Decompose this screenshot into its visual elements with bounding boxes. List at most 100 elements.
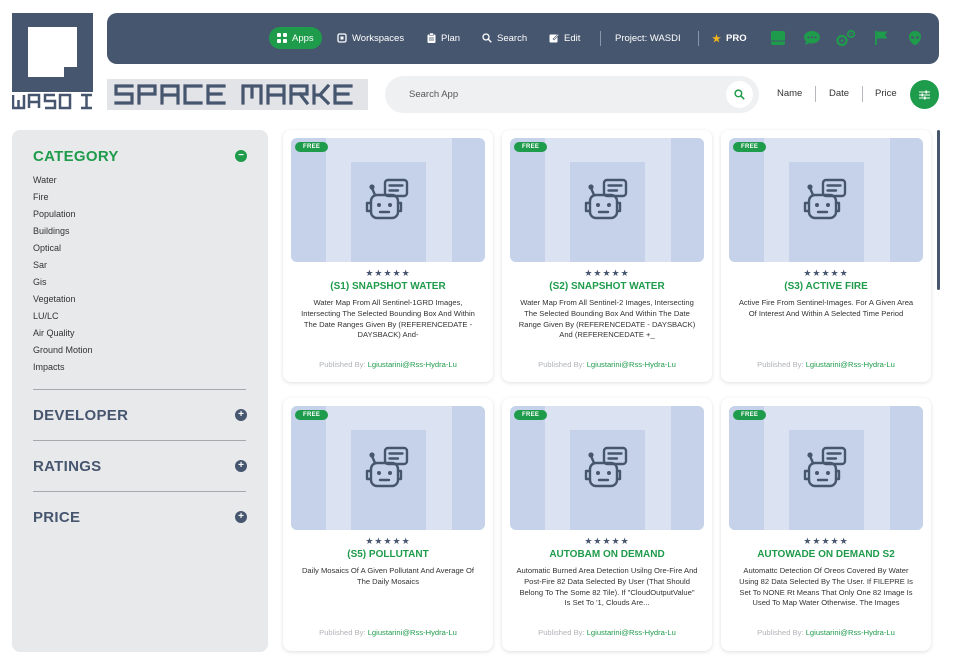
- filter-sliders-icon: [919, 90, 930, 99]
- table-icon-button[interactable]: [768, 28, 788, 48]
- nav-edit-label: Edit: [564, 32, 581, 44]
- publisher-link[interactable]: Lgiustarini@Rss-Hydra-Lu: [368, 360, 457, 369]
- nav-plan-label: Plan: [441, 32, 461, 44]
- published-by-label: Published By:: [319, 360, 366, 369]
- rating-stars: ★★★★★: [365, 268, 411, 278]
- ratings-title[interactable]: RATINGS: [33, 458, 102, 475]
- vertical-scrollbar[interactable]: [937, 130, 940, 290]
- sort-by-price[interactable]: Price: [875, 88, 897, 99]
- app-card-image: FREE: [510, 138, 704, 262]
- app-card-title[interactable]: AUTOBAM ON DEMAND: [502, 549, 712, 560]
- price-expand-icon[interactable]: +: [235, 511, 247, 523]
- published-by-label: Published By:: [757, 360, 804, 369]
- app-card[interactable]: FREE ★★★★★ AUTOWADE ON DEMAND S2 Automat…: [721, 398, 931, 651]
- space-market-title-graphic: [114, 84, 353, 105]
- nav-search-button[interactable]: Search: [482, 27, 527, 49]
- category-item[interactable]: Population: [33, 208, 93, 225]
- category-item[interactable]: Air Quality: [33, 327, 93, 344]
- nav-plan-button[interactable]: Plan: [427, 27, 460, 49]
- category-item[interactable]: Water: [33, 174, 93, 191]
- free-badge: FREE: [514, 142, 548, 152]
- robot-app-icon: [803, 178, 847, 220]
- app-card-description: Daily Mosaics Of A Given Pollutant And A…: [301, 566, 475, 586]
- publisher-link[interactable]: Lgiustarini@Rss-Hydra-Lu: [587, 360, 676, 369]
- wasdi-logo[interactable]: [11, 13, 93, 111]
- filter-button[interactable]: [910, 80, 939, 109]
- section-divider: [33, 389, 246, 390]
- wasdi-logo-graphic: [11, 13, 93, 110]
- robot-app-icon: [803, 446, 847, 488]
- space-market-title: [107, 79, 368, 110]
- category-item[interactable]: Sar: [33, 259, 93, 276]
- app-card[interactable]: FREE ★★★★★ (S2) SNAPSHOT WATER Water Map…: [502, 130, 712, 382]
- nav-edit-button[interactable]: Edit: [549, 27, 580, 49]
- flag-icon: [875, 31, 888, 45]
- app-card-publisher: Published By: Lgiustarini@Rss-Hydra-Lu: [502, 360, 712, 369]
- category-item[interactable]: Fire: [33, 191, 93, 208]
- filter-sidebar: CATEGORY − Water Fire Population Buildin…: [12, 130, 268, 652]
- app-card-description: Water Map From All Sentinel-1GRD Images,…: [301, 298, 475, 340]
- app-card[interactable]: FREE ★★★★★ (S5) POLLUTANT Daily Mosaics …: [283, 398, 493, 651]
- nav-workspaces-label: Workspaces: [352, 32, 405, 44]
- settings-icon-button[interactable]: [836, 28, 856, 48]
- app-card-publisher: Published By: Lgiustarini@Rss-Hydra-Lu: [721, 628, 931, 637]
- sort-by-date[interactable]: Date: [829, 88, 849, 99]
- publisher-link[interactable]: Lgiustarini@Rss-Hydra-Lu: [368, 628, 457, 637]
- search-icon: [482, 33, 492, 43]
- app-card-publisher: Published By: Lgiustarini@Rss-Hydra-Lu: [283, 360, 493, 369]
- settings-icon: [836, 29, 856, 47]
- workspaces-icon: [337, 33, 347, 43]
- nav-apps-button[interactable]: Apps: [269, 27, 322, 49]
- category-item[interactable]: LU/LC: [33, 310, 93, 327]
- project-selector[interactable]: Project: WASDI: [615, 27, 681, 49]
- developer-title[interactable]: DEVELOPER: [33, 407, 128, 424]
- nav-apps-label: Apps: [292, 32, 314, 44]
- nav-search-label: Search: [497, 32, 528, 44]
- category-item[interactable]: Vegetation: [33, 293, 93, 310]
- category-item[interactable]: Optical: [33, 242, 93, 259]
- search-submit-button[interactable]: [726, 81, 753, 108]
- edit-icon: [549, 33, 559, 43]
- app-card-title[interactable]: (S3) ACTIVE FIRE: [721, 281, 931, 292]
- category-title[interactable]: CATEGORY: [33, 148, 119, 165]
- free-badge: FREE: [733, 410, 767, 420]
- flag-icon-button[interactable]: [871, 28, 891, 48]
- chat-icon-button[interactable]: [802, 28, 822, 48]
- search-app-input[interactable]: [409, 86, 709, 103]
- publisher-link[interactable]: Lgiustarini@Rss-Hydra-Lu: [806, 628, 895, 637]
- ratings-expand-icon[interactable]: +: [235, 460, 247, 472]
- rating-stars: ★★★★★: [584, 268, 630, 278]
- section-divider: [33, 491, 246, 492]
- sort-by-name[interactable]: Name: [777, 88, 802, 99]
- category-item[interactable]: Ground Motion: [33, 344, 93, 361]
- robot-app-icon: [584, 178, 628, 220]
- app-card-image: FREE: [729, 406, 923, 530]
- published-by-label: Published By:: [757, 628, 804, 637]
- developer-expand-icon[interactable]: +: [235, 409, 247, 421]
- robot-app-icon: [584, 446, 628, 488]
- category-collapse-icon[interactable]: −: [235, 150, 247, 162]
- pro-badge[interactable]: PRO: [712, 27, 747, 49]
- category-item[interactable]: Buildings: [33, 225, 93, 242]
- app-card-title[interactable]: AUTOWADE ON DEMAND S2: [721, 549, 931, 560]
- alien-icon-button[interactable]: [905, 28, 925, 48]
- price-title[interactable]: PRICE: [33, 509, 80, 526]
- publisher-link[interactable]: Lgiustarini@Rss-Hydra-Lu: [587, 628, 676, 637]
- app-card-title[interactable]: (S1) SNAPSHOT WATER: [283, 281, 493, 292]
- app-root: Apps Workspaces Plan Search Edit Project…: [0, 0, 960, 667]
- category-item[interactable]: Gis: [33, 276, 93, 293]
- nav-workspaces-button[interactable]: Workspaces: [337, 27, 404, 49]
- category-item[interactable]: Impacts: [33, 361, 93, 378]
- app-card[interactable]: FREE ★★★★★ (S3) ACTIVE FIRE Active Fire …: [721, 130, 931, 382]
- search-app-bar: [385, 76, 759, 113]
- app-card[interactable]: FREE ★★★★★ (S1) SNAPSHOT WATER Water Map…: [283, 130, 493, 382]
- chat-icon: [804, 31, 820, 45]
- sort-divider: [815, 86, 816, 102]
- app-card-title[interactable]: (S5) POLLUTANT: [283, 549, 493, 560]
- app-card[interactable]: FREE ★★★★★ AUTOBAM ON DEMAND Automatic B…: [502, 398, 712, 651]
- publisher-link[interactable]: Lgiustarini@Rss-Hydra-Lu: [806, 360, 895, 369]
- app-card-image: FREE: [291, 138, 485, 262]
- app-card-title[interactable]: (S2) SNAPSHOT WATER: [502, 281, 712, 292]
- app-card-description: Automatic Burned Area Detection Usilng O…: [516, 566, 698, 608]
- nav-divider: [600, 31, 601, 46]
